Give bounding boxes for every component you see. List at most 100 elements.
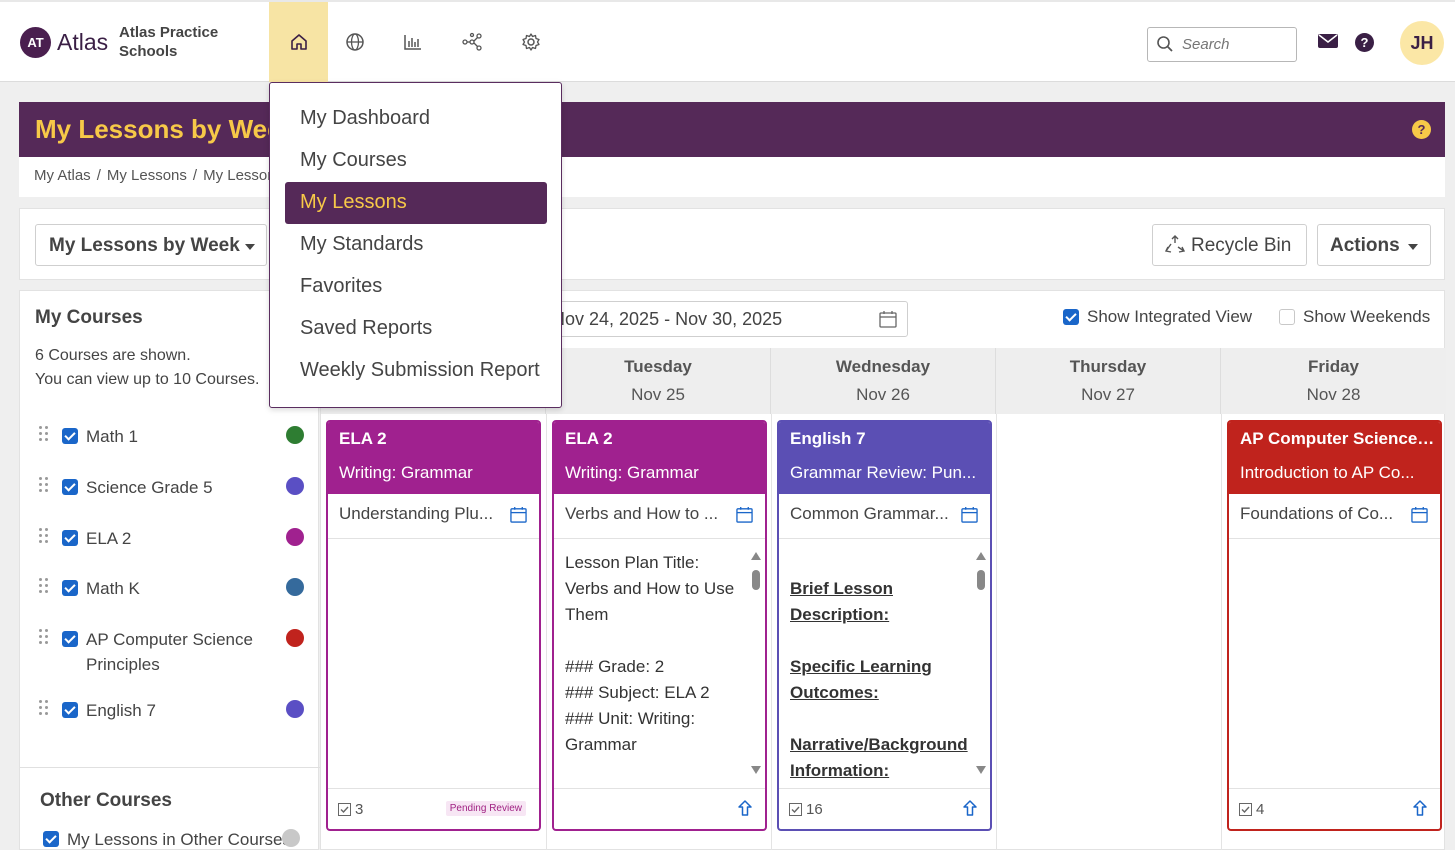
course-checkbox[interactable]	[62, 428, 78, 444]
show-integrated-view-toggle[interactable]: Show Integrated View	[1063, 307, 1253, 327]
nav-home[interactable]	[269, 2, 328, 82]
task-count: 3	[338, 801, 363, 818]
analytics-icon	[403, 35, 421, 50]
calendar-icon[interactable]	[961, 506, 978, 523]
day-header: Wednesday Nov 26	[771, 348, 996, 414]
lesson-title: Common Grammar...	[790, 504, 949, 523]
course-checkbox[interactable]	[62, 702, 78, 718]
share-icon[interactable]	[1412, 799, 1428, 817]
course-checkbox[interactable]	[62, 631, 78, 647]
card-lesson-title[interactable]: Common Grammar...	[779, 494, 990, 539]
menu-item[interactable]: My Standards	[285, 224, 547, 266]
show-weekends-toggle[interactable]: Show Weekends	[1279, 307, 1430, 327]
page-help-icon[interactable]: ?	[1412, 120, 1431, 139]
course-checkbox[interactable]	[62, 530, 78, 546]
nav-network[interactable]	[442, 2, 501, 82]
drag-handle-icon[interactable]	[39, 426, 49, 442]
share-icon[interactable]	[737, 799, 753, 817]
lesson-content-line: ### Grade: 2	[565, 657, 665, 676]
menu-item[interactable]: My Courses	[285, 140, 547, 182]
day-date: Nov 26	[856, 385, 910, 404]
scroll-up-icon[interactable]	[751, 552, 761, 560]
drag-handle-icon[interactable]	[39, 629, 49, 645]
actions-button[interactable]: Actions	[1317, 224, 1431, 266]
menu-item[interactable]: My Lessons	[285, 182, 547, 224]
date-range-picker[interactable]: Nov 24, 2025 - Nov 30, 2025	[541, 301, 908, 337]
menu-item[interactable]: Weekly Submission Report	[285, 350, 547, 392]
column-divider	[771, 414, 772, 850]
card-header[interactable]: AP Computer Science ... Introduction to A…	[1229, 422, 1440, 494]
view-select[interactable]: My Lessons by Week	[35, 224, 267, 266]
scrollbar[interactable]	[751, 552, 761, 774]
course-checkbox[interactable]	[62, 479, 78, 495]
school-name: Atlas Practice Schools	[119, 24, 219, 60]
view-select-label: My Lessons by Week	[49, 235, 240, 256]
card-header[interactable]: ELA 2 Writing: Grammar	[328, 422, 539, 494]
status-badge: Pending Review	[445, 801, 526, 816]
calendar-icon[interactable]	[736, 506, 753, 523]
share-icon[interactable]	[962, 799, 978, 817]
lesson-card[interactable]: AP Computer Science ... Introduction to A…	[1227, 420, 1442, 831]
user-avatar[interactable]: JH	[1400, 21, 1444, 65]
lesson-card[interactable]: ELA 2 Writing: Grammar Understanding Plu..…	[326, 420, 541, 831]
weekends-checkbox[interactable]	[1279, 309, 1295, 325]
scroll-down-icon[interactable]	[976, 766, 986, 774]
scrollbar[interactable]	[976, 552, 986, 774]
search-icon	[1157, 36, 1173, 52]
card-unit: Introduction to AP Co...	[1240, 463, 1415, 482]
recycle-icon	[1165, 235, 1185, 253]
menu-item[interactable]: Saved Reports	[285, 308, 547, 350]
menu-item[interactable]: Favorites	[285, 266, 547, 308]
recycle-bin-button[interactable]: Recycle Bin	[1152, 224, 1307, 266]
card-lesson-title[interactable]: Foundations of Co...	[1229, 494, 1440, 539]
card-body	[1229, 540, 1440, 788]
home-icon	[290, 34, 307, 50]
course-color-dot	[286, 700, 304, 718]
drag-handle-icon[interactable]	[39, 528, 49, 544]
integrated-view-checkbox[interactable]	[1063, 309, 1079, 325]
column-divider	[1221, 414, 1222, 850]
mail-icon[interactable]	[1318, 33, 1338, 49]
card-lesson-title[interactable]: Verbs and How to ...	[554, 494, 765, 539]
lesson-card[interactable]: ELA 2 Writing: Grammar Verbs and How to ..…	[552, 420, 767, 831]
nav-globe[interactable]	[325, 2, 384, 82]
course-checkbox[interactable]	[62, 580, 78, 596]
drag-handle-icon[interactable]	[39, 578, 49, 594]
help-icon[interactable]: ?	[1355, 33, 1374, 52]
calendar-icon[interactable]	[1411, 506, 1428, 523]
course-checkbox[interactable]	[43, 831, 59, 847]
card-header[interactable]: ELA 2 Writing: Grammar	[554, 422, 765, 494]
search-input[interactable]	[1182, 34, 1292, 54]
scroll-thumb[interactable]	[977, 570, 985, 590]
breadcrumb-item[interactable]: My Atlas	[34, 167, 91, 184]
course-color-dot	[282, 829, 300, 847]
atlas-logo[interactable]: AT	[20, 27, 51, 58]
nav-analytics[interactable]	[383, 2, 442, 82]
card-footer: 3 Pending Review	[328, 788, 539, 829]
nav-settings[interactable]	[501, 2, 560, 82]
card-header[interactable]: English 7 Grammar Review: Pun...	[779, 422, 990, 494]
checkbox-icon	[789, 803, 802, 816]
scroll-thumb[interactable]	[752, 570, 760, 590]
atlas-logo-text[interactable]: Atlas	[57, 29, 108, 56]
scroll-up-icon[interactable]	[976, 552, 986, 560]
card-course: AP Computer Science ...	[1240, 429, 1435, 448]
top-bar: AT Atlas Atlas Practice Schools ? JH	[0, 0, 1455, 82]
task-count: 16	[789, 801, 823, 818]
scroll-down-icon[interactable]	[751, 766, 761, 774]
search-box[interactable]	[1147, 27, 1297, 62]
calendar-icon[interactable]	[510, 506, 527, 523]
card-body	[328, 540, 539, 788]
drag-handle-icon[interactable]	[39, 477, 49, 493]
menu-item[interactable]: My Dashboard	[285, 98, 547, 140]
integrated-view-label: Show Integrated View	[1087, 307, 1253, 326]
card-lesson-title[interactable]: Understanding Plu...	[328, 494, 539, 539]
drag-handle-icon[interactable]	[39, 700, 49, 716]
column-divider	[546, 414, 547, 850]
breadcrumb-item[interactable]: My Lessons	[107, 167, 187, 184]
lesson-card[interactable]: English 7 Grammar Review: Pun... Common Gr…	[777, 420, 992, 831]
